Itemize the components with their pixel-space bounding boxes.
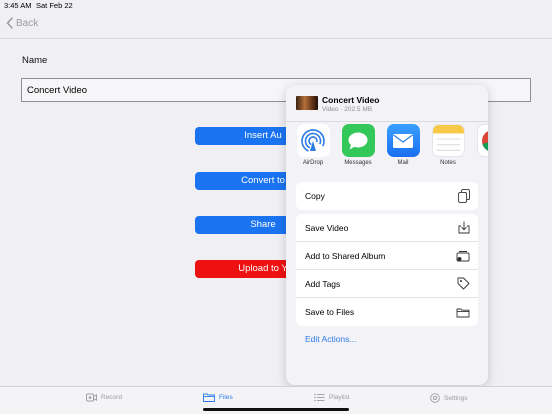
share-app-messages[interactable]: Messages: [338, 124, 378, 166]
tab-settings[interactable]: Settings: [430, 393, 468, 403]
share-sheet-header: Concert Video Video · 202.5 MB: [286, 85, 488, 121]
airdrop-label: AirDrop: [302, 160, 324, 166]
save-video-action[interactable]: Save Video: [296, 214, 478, 242]
mail-icon: [386, 124, 420, 157]
notes-icon: [431, 124, 465, 157]
notes-label: Notes: [440, 160, 456, 166]
back-label: Back: [16, 17, 39, 29]
add-tags-label: Add Tags: [305, 278, 341, 289]
copy-label: Copy: [305, 191, 325, 201]
share-app-notes[interactable]: Notes: [428, 124, 468, 166]
chevron-left-icon: [6, 17, 13, 29]
name-label: Name: [22, 55, 48, 66]
messages-label: Messages: [344, 160, 372, 166]
navigation-bar: Back: [0, 11, 552, 39]
share-sheet-title: Concert Video: [322, 95, 380, 105]
tab-playlist-label: Playlist: [329, 394, 350, 401]
status-bar: 3:45 AM Sat Feb 22: [0, 0, 552, 11]
tag-icon: [457, 277, 470, 290]
copy-action[interactable]: Copy: [296, 182, 478, 210]
files-icon: [203, 393, 215, 402]
actions-group: Save Video Add to Shared Album Add Tags …: [296, 214, 478, 326]
add-shared-album-label: Add to Shared Album: [305, 250, 386, 261]
share-label: Share: [250, 219, 276, 230]
add-tags-action[interactable]: Add Tags: [296, 270, 478, 298]
status-date: Sat Feb 22: [36, 1, 73, 10]
share-apps-row: AirDrop Messages Mail Notes Ch: [286, 124, 488, 170]
status-time: 3:45 AM: [4, 1, 32, 10]
tab-playlist[interactable]: Playlist: [314, 393, 350, 402]
record-icon: [86, 393, 97, 402]
tab-record[interactable]: Record: [86, 393, 122, 402]
playlist-icon: [314, 393, 325, 402]
mail-label: Mail: [397, 160, 409, 166]
folder-icon: [456, 308, 470, 317]
add-shared-album-action[interactable]: Add to Shared Album: [296, 242, 478, 270]
save-video-label: Save Video: [305, 222, 349, 233]
home-indicator: [203, 408, 349, 411]
save-to-files-label: Save to Files: [305, 307, 355, 317]
shared-album-icon: [456, 250, 470, 261]
tab-files[interactable]: Files: [203, 393, 233, 402]
tab-record-label: Record: [101, 394, 122, 401]
back-button[interactable]: Back: [6, 17, 38, 29]
copy-group: Copy: [296, 182, 478, 210]
divider: [286, 121, 488, 122]
copy-icon: [458, 189, 470, 203]
share-app-chrome[interactable]: Ch: [473, 124, 488, 166]
chrome-label: Ch: [473, 160, 488, 166]
share-sheet-subtitle: Video · 202.5 MB: [322, 106, 373, 113]
video-thumbnail: [296, 96, 318, 110]
save-to-files-action[interactable]: Save to Files: [296, 298, 478, 326]
edit-actions-link[interactable]: Edit Actions...: [305, 334, 357, 344]
share-app-airdrop[interactable]: AirDrop: [293, 124, 333, 166]
tab-settings-label: Settings: [444, 394, 468, 402]
chrome-icon: [476, 124, 488, 157]
share-app-mail[interactable]: Mail: [383, 124, 423, 166]
share-sheet: Concert Video Video · 202.5 MB AirDrop M…: [286, 85, 488, 385]
messages-icon: [341, 124, 375, 157]
convert-label: Convert to: [241, 175, 285, 186]
upload-label: Upload to Y: [238, 263, 288, 274]
airdrop-icon: [296, 124, 330, 157]
insert-audio-label: Insert Au: [244, 130, 282, 141]
tab-files-label: Files: [219, 394, 233, 401]
save-download-icon: [458, 221, 470, 234]
settings-icon: [430, 393, 440, 403]
